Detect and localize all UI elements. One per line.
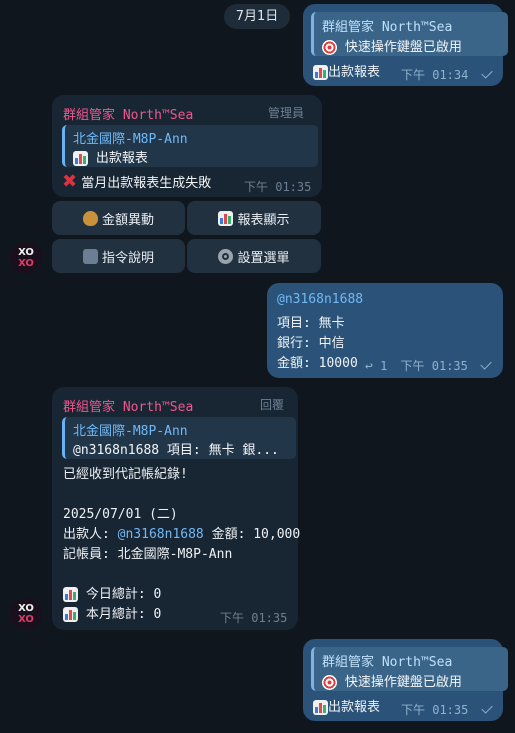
balance-change-button[interactable]: 金額異動 bbox=[52, 201, 185, 235]
avatar-text-bottom: XO bbox=[18, 258, 34, 269]
quote-text-content: 快速操作鍵盤已啟用 bbox=[344, 40, 462, 55]
bar-chart-icon bbox=[63, 587, 78, 602]
bar-chart-icon bbox=[218, 210, 234, 226]
amount-line: 金額: 10000 bbox=[277, 356, 358, 371]
bot-avatar[interactable]: XO XO bbox=[10, 242, 42, 274]
time-label: 下午 01:35 bbox=[400, 359, 468, 373]
gear-icon bbox=[218, 248, 234, 264]
bar-chart-icon bbox=[63, 607, 78, 622]
outgoing-message[interactable]: @n3168n1688 項目: 無卡 銀行: 中信 金額: 10000 ↩ 1 … bbox=[267, 283, 503, 378]
amount-value: 金額: 10,000 bbox=[211, 527, 301, 542]
quote-text: @n3168n1688 項目: 無卡 銀... bbox=[73, 443, 279, 458]
message-time: 下午 01:35 bbox=[244, 180, 312, 194]
message-text-content: 出款報表 bbox=[328, 700, 381, 715]
quote-text: 出款報表 bbox=[73, 147, 148, 166]
message-text-content: 出款報表 bbox=[328, 65, 381, 80]
bot-avatar[interactable]: XO XO bbox=[10, 598, 42, 630]
reply-badge: 回覆 bbox=[260, 398, 285, 412]
month-total-line: 本月總計: 0 bbox=[63, 603, 161, 622]
reply-quote[interactable]: 群組管家 North™Sea 快速操作鍵盤已啟用 bbox=[311, 12, 508, 56]
report-display-button[interactable]: 報表顯示 bbox=[187, 201, 321, 235]
date-line: 2025/07/01 (二) bbox=[63, 507, 178, 522]
button-label: 金額異動 bbox=[101, 212, 154, 228]
quote-sender: 北金國際-M8P-Ann bbox=[73, 132, 188, 147]
reply-count[interactable]: 1 bbox=[380, 359, 387, 373]
keys-icon bbox=[82, 248, 98, 264]
avatar-text-top: XO bbox=[18, 247, 34, 258]
incoming-message[interactable]: 群組管家 North™Sea 管理員 北金國際-M8P-Ann 出款報表 ✖ 當… bbox=[52, 95, 322, 197]
admin-badge: 管理員 bbox=[268, 106, 305, 120]
payer-line: 出款人: @n3168n1688 金額: 10,000 bbox=[63, 523, 300, 542]
user-mention[interactable]: @n3168n1688 bbox=[118, 527, 204, 542]
time-label: 下午 01:34 bbox=[401, 68, 469, 82]
message-text: 出款報表 bbox=[313, 696, 380, 715]
outgoing-message[interactable]: 群組管家 North™Sea 快速操作鍵盤已啟用 出款報表 下午 01:35 bbox=[303, 639, 508, 721]
button-label: 指令說明 bbox=[101, 250, 154, 266]
message-text-content: 當月出款報表生成失敗 bbox=[81, 176, 212, 191]
quote-sender: 北金國際-M8P-Ann bbox=[73, 424, 188, 439]
dart-icon bbox=[322, 40, 337, 55]
check-icon bbox=[480, 67, 493, 79]
user-mention[interactable]: @n3168n1688 bbox=[277, 292, 363, 307]
quote-sender: 群組管家 North™Sea bbox=[322, 20, 453, 35]
check-icon bbox=[480, 702, 493, 714]
quote-sender: 群組管家 North™Sea bbox=[322, 655, 453, 670]
message-time: 下午 01:35 bbox=[220, 611, 288, 625]
reply-icon[interactable]: ↩ bbox=[365, 359, 373, 374]
time-label: 下午 01:35 bbox=[401, 703, 469, 717]
dart-icon bbox=[322, 675, 337, 690]
message-time: 下午 01:35 bbox=[401, 701, 493, 718]
bar-chart-icon bbox=[73, 151, 88, 166]
bar-chart-icon bbox=[313, 65, 328, 80]
message-text: 出款報表 bbox=[313, 61, 380, 80]
sender-name[interactable]: 群組管家 North™Sea bbox=[63, 104, 193, 123]
quote-text-content: 出款報表 bbox=[95, 151, 148, 166]
reply-quote[interactable]: 北金國際-M8P-Ann @n3168n1688 項目: 無卡 銀... bbox=[62, 417, 296, 459]
outgoing-message[interactable]: 群組管家 North™Sea 快速操作鍵盤已啟用 出款報表 下午 01:34 bbox=[303, 4, 508, 86]
sender-name[interactable]: 群組管家 North™Sea bbox=[63, 396, 193, 415]
reply-quote[interactable]: 群組管家 North™Sea 快速操作鍵盤已啟用 bbox=[311, 647, 508, 691]
message-text: ✖ 當月出款報表生成失敗 bbox=[62, 171, 211, 192]
avatar-text-top: XO bbox=[18, 603, 34, 614]
message-time: 下午 01:34 bbox=[401, 66, 493, 83]
reply-quote[interactable]: 北金國際-M8P-Ann 出款報表 bbox=[62, 125, 318, 167]
bank-line: 銀行: 中信 bbox=[277, 336, 345, 351]
command-help-button[interactable]: 指令說明 bbox=[52, 239, 185, 273]
button-label: 設置選單 bbox=[237, 250, 290, 266]
money-bag-icon bbox=[82, 210, 98, 226]
cross-mark-icon: ✖ bbox=[62, 171, 78, 192]
month-total: 本月總計: 0 bbox=[85, 607, 162, 622]
item-line: 項目: 無卡 bbox=[277, 316, 345, 331]
confirmation-line: 已經收到代記帳紀錄! bbox=[63, 467, 188, 482]
message-meta: ↩ 1 下午 01:35 bbox=[365, 357, 492, 374]
incoming-message[interactable]: 群組管家 North™Sea 回覆 北金國際-M8P-Ann @n3168n16… bbox=[52, 387, 300, 630]
date-separator: 7月1日 bbox=[224, 4, 290, 29]
quote-text-content: 快速操作鍵盤已啟用 bbox=[344, 675, 462, 690]
check-icon bbox=[480, 358, 492, 370]
quote-text: 快速操作鍵盤已啟用 bbox=[322, 36, 462, 55]
today-total: 今日總計: 0 bbox=[85, 587, 162, 602]
avatar-text-bottom: XO bbox=[18, 614, 34, 625]
quote-text: 快速操作鍵盤已啟用 bbox=[322, 671, 462, 690]
button-label: 報表顯示 bbox=[237, 212, 290, 228]
payer-label: 出款人: bbox=[63, 527, 110, 542]
bookkeeper-line: 記帳員: 北金國際-M8P-Ann bbox=[63, 547, 233, 562]
bar-chart-icon bbox=[313, 700, 328, 715]
today-total-line: 今日總計: 0 bbox=[63, 583, 161, 602]
settings-menu-button[interactable]: 設置選單 bbox=[187, 239, 321, 273]
